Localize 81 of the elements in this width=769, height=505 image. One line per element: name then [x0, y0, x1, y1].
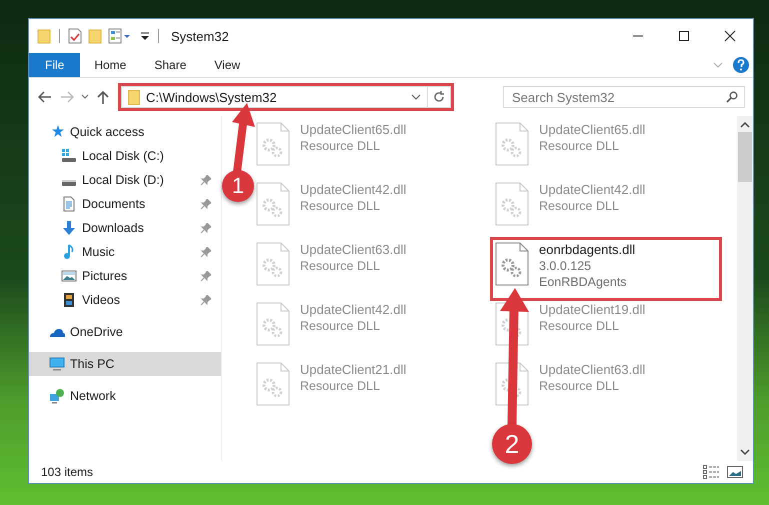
file-tile[interactable]: eonrbdagents.dll 3.0.0.125 EonRBDAgents [493, 240, 719, 298]
file-name: UpdateClient65.dll [300, 122, 406, 137]
address-path: C:\Windows\System32 [146, 90, 278, 104]
file-detail: Resource DLL [300, 139, 381, 153]
nav-item[interactable]: Music [29, 240, 221, 264]
window-title: System32 [171, 28, 229, 44]
nav-item[interactable]: Downloads [29, 216, 221, 240]
details-view-icon[interactable] [703, 465, 719, 479]
gear-file-icon [495, 182, 529, 226]
picture-icon [61, 268, 77, 284]
file-detail: Resource DLL [539, 319, 620, 333]
file-detail: Resource DLL [539, 199, 620, 213]
film-icon [61, 292, 77, 308]
pin-icon[interactable] [201, 199, 211, 209]
pin-icon[interactable] [201, 223, 211, 233]
file-name: UpdateClient63.dll [300, 242, 406, 257]
scrollbar[interactable] [737, 116, 753, 461]
ribbon-tab[interactable]: Home [80, 53, 140, 77]
network-icon [49, 388, 65, 404]
nav-item[interactable]: Local Disk (D:) [29, 168, 221, 192]
file-detail: Resource DLL [300, 259, 381, 273]
up-arrow-icon[interactable] [95, 89, 111, 105]
nav-item[interactable]: Network [29, 384, 221, 408]
nav-item[interactable]: Local Disk (C:) [29, 144, 221, 168]
pin-icon[interactable] [201, 247, 211, 257]
nav-item[interactable]: Quick access [29, 120, 221, 144]
file-name: UpdateClient21.dll [300, 362, 406, 377]
ribbon-tab[interactable]: View [200, 53, 254, 77]
search-field[interactable]: Search System32 [503, 86, 745, 108]
download-arrow-icon [61, 220, 77, 236]
nav-item[interactable]: Documents [29, 192, 221, 216]
chevron-down-icon[interactable] [740, 447, 750, 457]
file-name: UpdateClient63.dll [539, 362, 646, 377]
file-detail: Resource DLL [539, 379, 620, 393]
gear-file-icon [256, 362, 290, 406]
file-name: UpdateClient19.dll [539, 302, 646, 317]
file-name: UpdateClient42.dll [300, 182, 406, 197]
back-arrow-icon[interactable] [37, 89, 53, 105]
pin-icon[interactable] [201, 295, 211, 305]
file-detail: Resource DLL [300, 199, 381, 213]
search-icon[interactable] [726, 91, 738, 103]
monitor-icon [49, 356, 65, 372]
document-icon [61, 196, 77, 212]
refresh-icon[interactable] [433, 91, 445, 103]
nav-item[interactable]: Videos [29, 288, 221, 312]
nav-item[interactable]: OneDrive [29, 320, 221, 344]
gear-file-icon [256, 242, 290, 286]
gear-file-icon [256, 122, 290, 166]
ribbon-tab[interactable]: Share [140, 53, 200, 77]
chevron-down-icon[interactable] [411, 94, 421, 100]
dropdown-icon[interactable] [140, 30, 150, 42]
pin-icon[interactable] [201, 271, 211, 281]
file-name: UpdateClient65.dll [539, 122, 646, 137]
chevron-down-icon[interactable] [81, 93, 89, 101]
ribbon-tab[interactable]: File [29, 53, 80, 77]
pin-icon[interactable] [201, 175, 211, 185]
nav-item[interactable]: Pictures [29, 264, 221, 288]
item-count: 103 items [41, 465, 94, 479]
folder-icon [128, 90, 140, 104]
file-detail: Resource DLL [300, 319, 381, 333]
scrollbar-thumb[interactable] [738, 132, 752, 182]
address-field[interactable]: C:\Windows\System32 [121, 86, 451, 108]
drive-icon [61, 148, 77, 164]
file-detail: EonRBDAgents [539, 275, 628, 289]
gear-file-icon [495, 242, 529, 286]
drive-icon [62, 180, 76, 186]
gear-file-icon [256, 302, 290, 346]
gear-file-icon [495, 122, 529, 166]
file-detail: 3.0.0.125 [539, 259, 592, 273]
help-icon[interactable] [733, 57, 749, 73]
checklist-icon[interactable] [68, 28, 82, 44]
file-detail: Resource DLL [300, 379, 381, 393]
file-name: eonrbdagents.dll [539, 242, 636, 257]
gear-file-icon [256, 182, 290, 226]
file-detail: Resource DLL [539, 139, 620, 153]
large-icons-view-icon[interactable] [727, 465, 743, 479]
file-name: UpdateClient42.dll [539, 182, 646, 197]
file-name: UpdateClient42.dll [300, 302, 406, 317]
gear-file-icon [495, 362, 529, 406]
nav-item[interactable]: This PC [29, 352, 221, 376]
chevron-up-icon[interactable] [740, 120, 750, 130]
